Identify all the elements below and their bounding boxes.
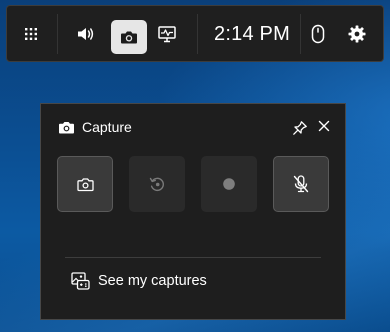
- apps-grid-icon: [25, 28, 37, 40]
- camera-icon: [58, 121, 74, 133]
- toolbar-separator: [300, 14, 301, 54]
- mic-toggle-button[interactable]: [273, 156, 329, 212]
- performance-widget-button[interactable]: [154, 22, 180, 46]
- take-screenshot-button[interactable]: [57, 156, 113, 212]
- gallery-icon: [71, 272, 90, 290]
- performance-icon: [158, 25, 176, 42]
- record-dot-icon: [223, 178, 235, 190]
- capture-icon: [121, 31, 137, 44]
- see-my-captures-link[interactable]: See my captures: [71, 268, 207, 294]
- toolbar-separator: [57, 14, 58, 54]
- toolbar-separator: [197, 14, 198, 54]
- panel-divider: [65, 257, 321, 258]
- capture-widget-button[interactable]: [111, 20, 147, 54]
- start-recording-button[interactable]: [201, 156, 257, 212]
- audio-widget-button[interactable]: [73, 22, 99, 46]
- audio-icon: [78, 28, 94, 40]
- settings-button[interactable]: [345, 22, 369, 46]
- see-my-captures-label: See my captures: [98, 273, 207, 289]
- pin-button[interactable]: [290, 118, 310, 138]
- capture-panel: Capture See my captures: [40, 103, 346, 320]
- widget-menu-button[interactable]: [19, 22, 43, 46]
- close-button[interactable]: [314, 116, 334, 136]
- settings-icon: [348, 25, 366, 43]
- game-bar: 2:14 PM: [6, 5, 384, 62]
- mouse-widget-button[interactable]: [306, 22, 330, 46]
- close-icon: [318, 120, 330, 132]
- replay-icon: [149, 177, 164, 191]
- panel-title: Capture: [82, 119, 132, 135]
- mouse-icon: [311, 24, 325, 44]
- pin-icon: [293, 121, 307, 135]
- mic-off-icon: [293, 175, 309, 193]
- record-last-30s-button[interactable]: [129, 156, 185, 212]
- camera-icon: [76, 177, 94, 191]
- clock: 2:14 PM: [214, 23, 290, 45]
